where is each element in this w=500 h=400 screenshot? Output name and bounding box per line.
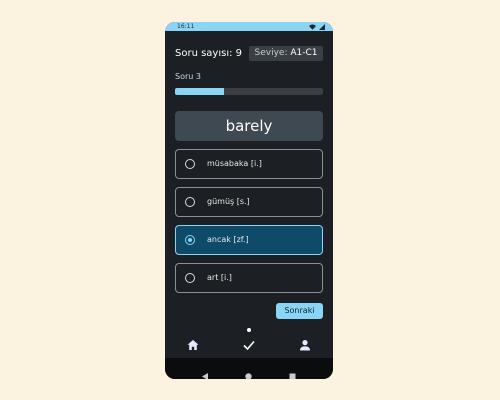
phone-screen: 16:11 Soru sayısı: 9 Seviye: A1-C1 Soru … [165, 22, 333, 379]
question-number-label: Soru 3 [175, 72, 201, 81]
option-4[interactable]: art [i.] [175, 263, 323, 293]
active-indicator [247, 328, 251, 332]
option-3[interactable]: ancak [zf.] [175, 225, 323, 255]
home-icon[interactable] [186, 338, 200, 352]
progress-fill [175, 88, 224, 95]
recents-icon[interactable] [289, 365, 296, 379]
radio-selected-icon[interactable] [185, 235, 195, 245]
option-label: müsabaka [i.] [207, 159, 262, 168]
system-nav-bar [165, 358, 333, 379]
person-icon[interactable] [298, 338, 312, 352]
back-icon[interactable] [202, 365, 209, 379]
next-button[interactable]: Sonraki [276, 303, 323, 319]
home-button-icon[interactable] [245, 365, 252, 379]
status-icons [309, 22, 325, 31]
option-2[interactable]: gümüş [s.] [175, 187, 323, 217]
radio-icon[interactable] [185, 273, 195, 283]
option-1[interactable]: müsabaka [i.] [175, 149, 323, 179]
wifi-icon [309, 23, 316, 30]
word-card: barely [175, 111, 323, 141]
status-time: 16:11 [177, 23, 195, 30]
radio-icon[interactable] [185, 159, 195, 169]
check-icon[interactable] [242, 338, 256, 352]
status-bar: 16:11 [165, 22, 333, 31]
level-value: A1-C1 [290, 48, 318, 58]
bottom-nav [165, 328, 333, 358]
level-key: Seviye: [254, 48, 288, 58]
option-label: gümüş [s.] [207, 197, 250, 206]
option-label: ancak [zf.] [207, 235, 249, 244]
radio-icon[interactable] [185, 197, 195, 207]
signal-icon [319, 23, 325, 30]
option-label: art [i.] [207, 273, 232, 282]
question-progress-bar [175, 88, 323, 95]
level-chip[interactable]: Seviye: A1-C1 [249, 46, 323, 61]
question-count-label: Soru sayısı: 9 [175, 48, 243, 59]
radio-dot [188, 238, 192, 242]
